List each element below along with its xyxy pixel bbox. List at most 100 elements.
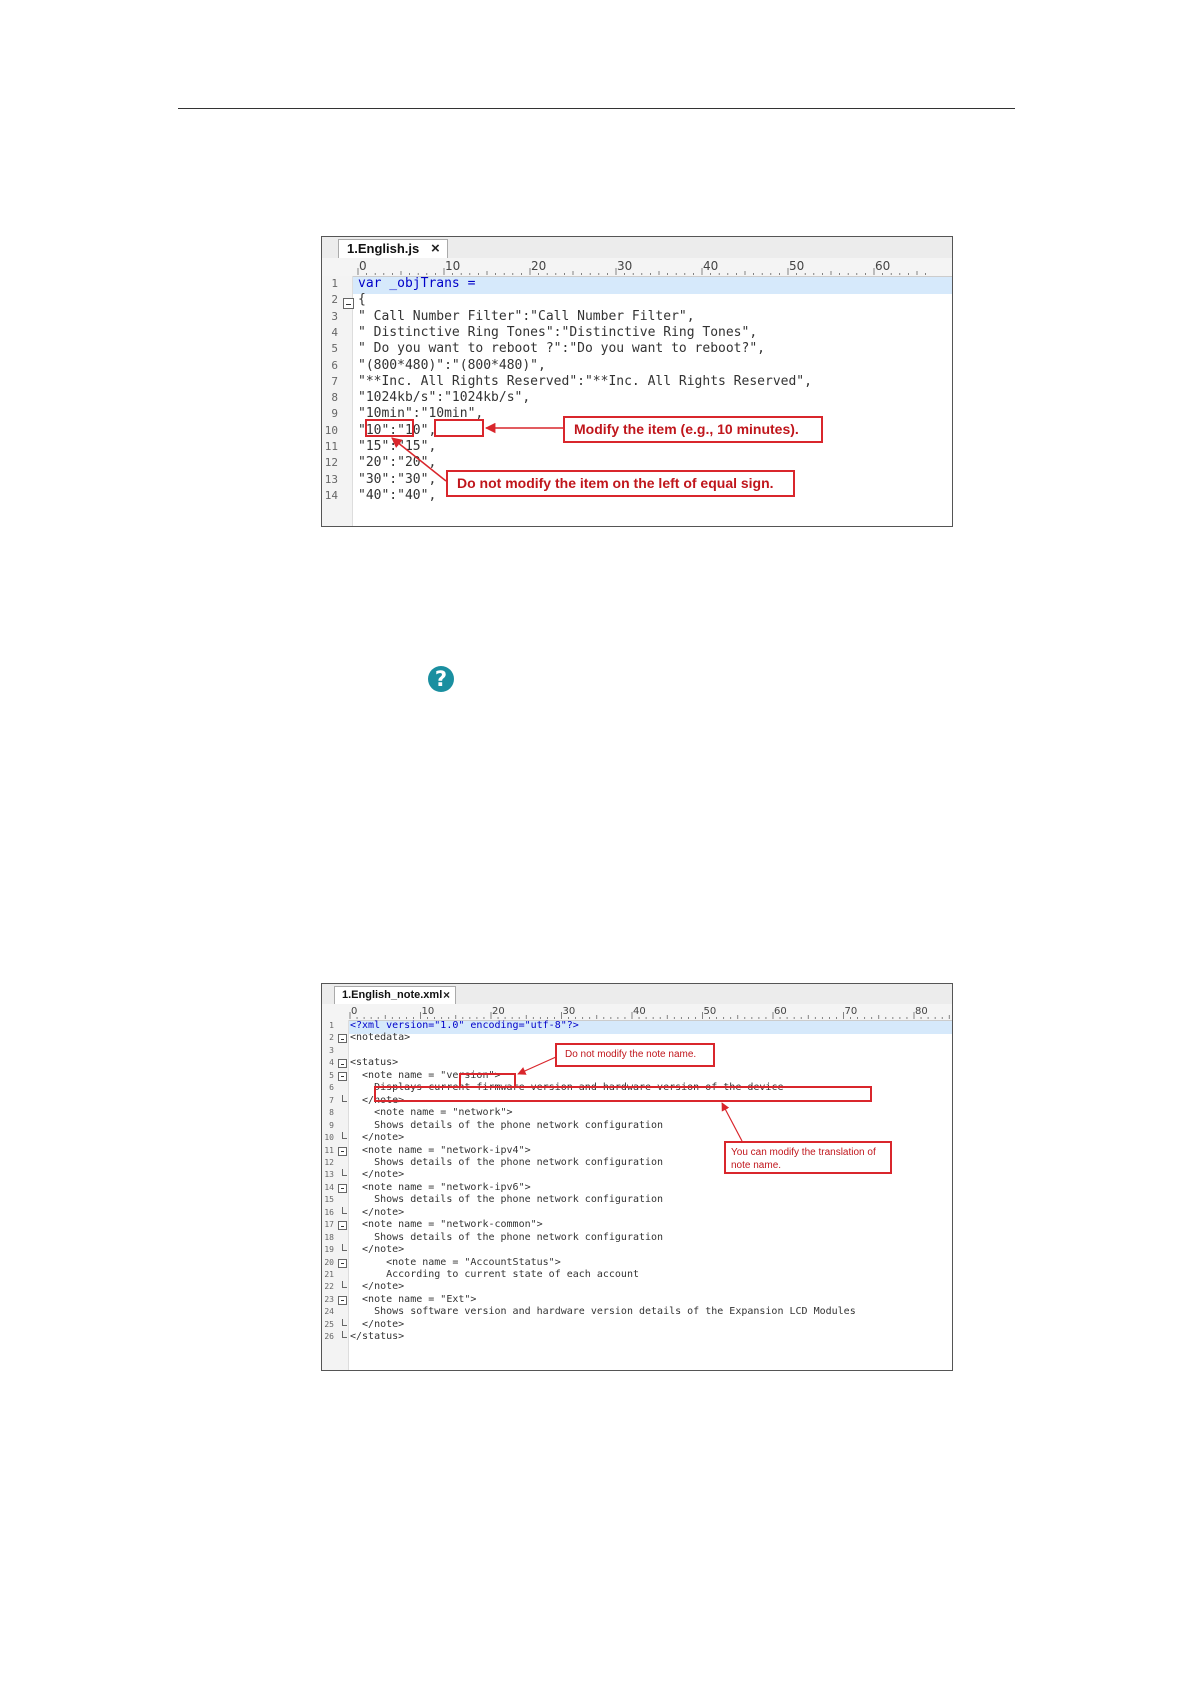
line-text: { — [358, 292, 366, 308]
line-number: 4 — [329, 1058, 334, 1068]
callout-modify-item: Modify the item (e.g., 10 minutes). — [563, 416, 823, 443]
code-line: 7 "**Inc. All Rights Reserved":"**Inc. Al… — [322, 374, 952, 390]
code-line: 16 </note> — [322, 1207, 952, 1219]
code-line: 5 " Do you want to reboot ?":"Do you want… — [322, 341, 952, 357]
line-text: Shows software version and hardware vers… — [350, 1306, 856, 1318]
line-text: </note> — [350, 1281, 405, 1293]
line-number: 5 — [329, 1070, 334, 1080]
ruler-label: 70 — [845, 1006, 858, 1017]
line-text: <?xml version="1.0" encoding="utf-8"?> — [350, 1020, 579, 1031]
file-tab-label: 1.English.js — [347, 241, 420, 256]
line-text: "**Inc. All Rights Reserved":"**Inc. All… — [358, 373, 812, 389]
line-number: 14 — [324, 488, 338, 502]
page-header-rule — [178, 108, 1015, 109]
callout-do-not-modify-note-name-text: Do not modify the note name. — [565, 1049, 697, 1060]
line-number: 25 — [324, 1319, 334, 1329]
ruler-label: 50 — [789, 259, 804, 273]
value-highlight-box — [434, 419, 484, 437]
line-text: <note name = "network-ipv6"> — [350, 1181, 531, 1193]
line-number: 13 — [324, 1170, 334, 1180]
fold-toggle-icon[interactable] — [338, 1221, 347, 1231]
line-number: 7 — [331, 374, 338, 388]
ruler-label: 40 — [633, 1006, 646, 1017]
fold-toggle-icon[interactable] — [338, 1034, 347, 1044]
column-ruler: 0 10 20 30 40 50 60 70 80 — [322, 1004, 952, 1021]
ruler-ticks: 0 10 20 30 40 50 60 — [357, 259, 926, 275]
callout-translation-line2: note name. — [731, 1160, 782, 1171]
fold-toggle-icon[interactable] — [338, 1183, 347, 1193]
line-text: </note> — [350, 1169, 405, 1181]
fold-toggle-icon[interactable] — [338, 1146, 347, 1156]
line-number: 9 — [329, 1120, 334, 1130]
close-icon[interactable]: × — [431, 240, 440, 258]
line-text: <note name = "network-ipv4"> — [350, 1144, 531, 1156]
ruler-label: 60 — [875, 259, 890, 273]
callout-translation-line1: You can modify the translation of — [731, 1147, 876, 1158]
ruler-label: 0 — [351, 1006, 357, 1017]
code-line: 5 <note name = "version"> — [322, 1070, 952, 1082]
line-number: 16 — [324, 1207, 334, 1217]
ruler-label: 10 — [445, 259, 460, 273]
line-text: <notedata> — [350, 1032, 411, 1044]
code-line: 4 " Distinctive Ring Tones":"Distinctive … — [322, 325, 952, 341]
close-icon[interactable]: × — [443, 987, 450, 1004]
code-line: 1 <?xml version="1.0" encoding="utf-8"?> — [322, 1020, 952, 1032]
line-text: <note name = "Ext"> — [350, 1293, 477, 1305]
line-text: <status> — [350, 1057, 399, 1069]
line-number: 13 — [324, 472, 338, 486]
line-number: 6 — [329, 1083, 334, 1093]
callout-do-not-modify-note-name: Do not modify the note name. — [555, 1043, 715, 1067]
line-text: Shows details of the phone network confi… — [350, 1156, 664, 1168]
fold-toggle-icon[interactable] — [338, 1295, 347, 1305]
line-number: 18 — [324, 1232, 334, 1242]
line-number: 2 — [331, 293, 338, 307]
line-text: <note name = "network-common"> — [350, 1219, 543, 1231]
code-line: 3 " Call Number Filter":"Call Number Filt… — [322, 309, 952, 325]
line-text: "15":"15", — [358, 439, 437, 454]
line-number: 8 — [331, 391, 338, 405]
line-text: "20":"20", — [358, 455, 437, 471]
line-number: 4 — [331, 325, 338, 339]
file-tab[interactable]: 1.English_note.xml × — [334, 986, 456, 1005]
file-tab[interactable]: 1.English.js × — [338, 239, 448, 259]
code-line: 9 Shows details of the phone network con… — [322, 1120, 952, 1132]
fold-end-marker — [342, 1169, 347, 1177]
code-line: 1 var _objTrans = — [322, 276, 952, 292]
line-number: 10 — [324, 1133, 334, 1143]
code-area[interactable]: 1 <?xml version="1.0" encoding="utf-8"?> 2… — [322, 1020, 952, 1370]
fold-toggle-icon[interactable] — [343, 298, 354, 309]
line-number: 14 — [324, 1182, 334, 1192]
line-text: " Distinctive Ring Tones":"Distinctive R… — [358, 324, 758, 340]
line-text: "40":"40", — [358, 487, 437, 503]
callout-do-not-modify-left: Do not modify the item on the left of eq… — [446, 470, 795, 497]
english-note-xml-editor-screenshot: 1.English_note.xml × 0 10 20 30 40 50 60 70 80 1… — [321, 983, 953, 1371]
line-text: <note name = "AccountStatus"> — [350, 1256, 561, 1268]
code-line: 24 Shows software version and hardware v… — [322, 1306, 952, 1318]
code-line: 18 Shows details of the phone network co… — [322, 1232, 952, 1244]
line-number: 26 — [324, 1332, 334, 1342]
fold-toggle-icon[interactable] — [338, 1071, 347, 1081]
line-text: var _objTrans = — [358, 276, 476, 291]
line-number: 3 — [329, 1045, 334, 1055]
line-text: " Call Number Filter":"Call Number Filte… — [358, 308, 695, 324]
fold-toggle-icon[interactable] — [338, 1258, 347, 1268]
ruler-label: 50 — [704, 1006, 717, 1017]
ruler-label: 20 — [531, 259, 546, 273]
line-number: 1 — [331, 277, 338, 290]
line-number: 3 — [331, 309, 338, 323]
code-line: 6 "(800*480)":"(800*480)", — [322, 358, 952, 374]
line-text: </note> — [350, 1318, 405, 1330]
line-number: 11 — [324, 1145, 334, 1155]
code-line: 19 </note> — [322, 1244, 952, 1256]
line-number: 20 — [324, 1257, 334, 1267]
line-number: 22 — [324, 1282, 334, 1292]
line-number: 7 — [329, 1095, 334, 1105]
code-line: 8 "1024kb/s":"1024kb/s", — [322, 390, 952, 406]
code-line: 20 <note name = "AccountStatus"> — [322, 1257, 952, 1269]
code-line: 23 <note name = "Ext"> — [322, 1294, 952, 1306]
code-line: 21 According to current state of each ac… — [322, 1269, 952, 1281]
ruler-label: 30 — [563, 1006, 576, 1017]
code-line: 17 <note name = "network-common"> — [322, 1219, 952, 1231]
fold-toggle-icon[interactable] — [338, 1059, 347, 1069]
code-line: 22 </note> — [322, 1281, 952, 1293]
